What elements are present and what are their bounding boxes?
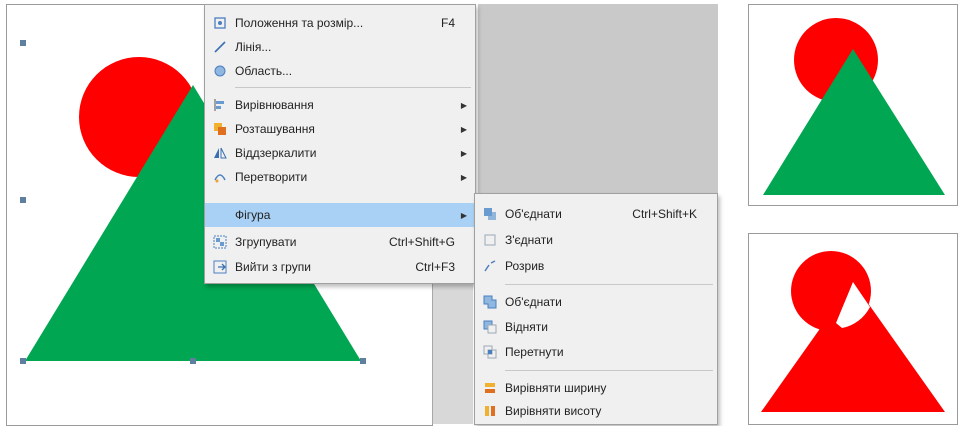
submenu-item-equalize-height[interactable]: Вирівняти висоту [475,399,717,423]
line-icon [205,40,235,54]
combine-result-preview [748,4,958,206]
equalize-height-icon [475,404,505,418]
selection-handle-bottom-right[interactable] [360,358,366,364]
connect-icon [475,233,505,247]
flip-icon [205,146,235,160]
menu-item-convert[interactable]: Перетворити ▶ [205,165,475,189]
submenu-item-equalize-width[interactable]: Вирівняти ширину [475,376,717,400]
menu-item-align[interactable]: Вирівнювання ▶ [205,93,475,117]
context-menu: Положення та розмір... F4 Лінія... Облас… [204,4,476,284]
shape-submenu: Об'єднати Ctrl+Shift+K З'єднати Розрив О… [474,193,718,425]
position-size-icon [205,16,235,30]
submenu-item-merge[interactable]: Об'єднати [475,290,717,314]
equalize-width-icon [475,381,505,395]
menu-item-flip[interactable]: Віддзеркалити ▶ [205,141,475,165]
menu-item-position-size[interactable]: Положення та розмір... F4 [205,11,475,35]
group-icon [205,235,235,249]
intersect-icon [475,345,505,359]
convert-icon [205,170,235,184]
merge-icon [475,295,505,309]
menu-separator [235,87,471,88]
submenu-separator [505,284,713,285]
selection-handle-top-left[interactable] [20,40,26,46]
align-icon [205,98,235,112]
arrange-icon [205,122,235,136]
combine-icon [475,207,505,221]
menu-item-line[interactable]: Лінія... [205,35,475,59]
subtract-result-preview [748,233,958,425]
submenu-item-combine[interactable]: Об'єднати Ctrl+Shift+K [475,202,717,226]
menu-item-exit-group[interactable]: Вийти з групи Ctrl+F3 [205,255,475,279]
submenu-arrow-icon: ▶ [460,148,467,158]
submenu-arrow-icon: ▶ [460,210,467,220]
submenu-separator [505,370,713,371]
background-area [478,4,718,202]
menu-item-area[interactable]: Область... [205,59,475,83]
submenu-arrow-icon: ▶ [460,100,467,110]
preview-green-triangle [763,49,945,195]
submenu-arrow-icon: ▶ [460,124,467,134]
menu-item-group[interactable]: Згрупувати Ctrl+Shift+G [205,230,475,254]
submenu-item-break[interactable]: Розрив [475,254,717,278]
submenu-item-subtract[interactable]: Відняти [475,315,717,339]
submenu-item-connect[interactable]: З'єднати [475,228,717,252]
exit-group-icon [205,260,235,274]
selection-handle-mid-left[interactable] [20,197,26,203]
break-icon [475,259,505,273]
selection-handle-bottom-left[interactable] [20,358,26,364]
area-icon [205,64,235,78]
submenu-arrow-icon: ▶ [460,172,467,182]
menu-item-arrange[interactable]: Розташування ▶ [205,117,475,141]
selection-handle-bottom-mid[interactable] [190,358,196,364]
menu-item-shape[interactable]: Фігура ▶ [205,203,475,227]
subtract-icon [475,320,505,334]
submenu-item-intersect[interactable]: Перетнути [475,340,717,364]
